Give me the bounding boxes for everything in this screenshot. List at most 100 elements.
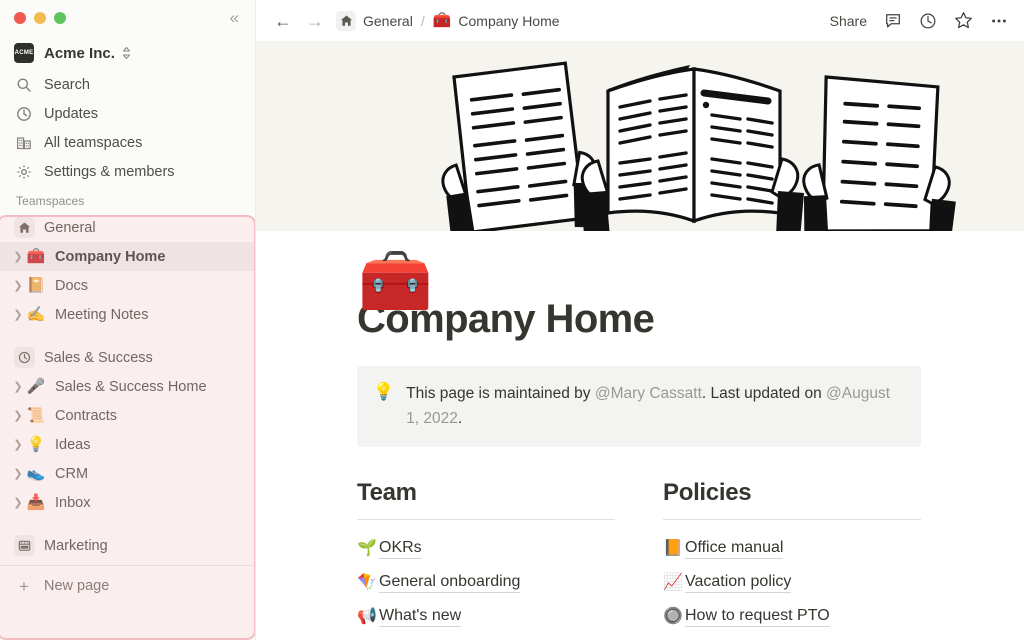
sidebar-item-label: All teamspaces: [44, 134, 143, 151]
kite-emoji: 🪁: [357, 574, 377, 591]
sidebar-page-ideas[interactable]: ❯ 💡 Ideas: [0, 430, 255, 459]
chevron-right-icon[interactable]: ❯: [10, 250, 26, 263]
page-link-whats-new[interactable]: 📢 What's new: [357, 600, 615, 634]
history-clock-icon[interactable]: [919, 12, 937, 30]
sidebar-page-label: Docs: [55, 277, 89, 294]
mention-person[interactable]: @Mary Cassatt: [595, 385, 702, 402]
breadcrumb-separator: /: [420, 12, 425, 29]
breadcrumb-parent[interactable]: General: [363, 13, 413, 29]
callout-text-middle: . Last updated on: [701, 385, 827, 402]
divider: [357, 519, 615, 520]
page-body: 🧰 Company Home 💡 This page is maintained…: [256, 251, 1024, 634]
sidebar-page-meeting-notes[interactable]: ❯ ✍️ Meeting Notes: [0, 300, 255, 329]
new-page-button[interactable]: + New page: [0, 570, 255, 602]
home-icon: [14, 217, 35, 238]
toolbar-actions: Share: [830, 11, 1008, 30]
chevron-right-icon[interactable]: ❯: [10, 438, 26, 451]
sidebar-page-inbox[interactable]: ❯ 📥 Inbox: [0, 488, 255, 517]
notebook-emoji: 📔: [26, 276, 46, 294]
column-heading: Team: [357, 479, 417, 506]
breadcrumb-home-icon[interactable]: [336, 10, 356, 31]
sidebar-item-label: Search: [44, 76, 90, 93]
cover-illustration: [256, 41, 1024, 231]
orange-book-emoji: 📙: [663, 540, 683, 557]
page-link-label: What's new: [379, 607, 462, 627]
sidebar-page-sales-success-home[interactable]: ❯ 🎤 Sales & Success Home: [0, 372, 255, 401]
callout-text: This page is maintained by @Mary Cassatt…: [406, 381, 905, 431]
callout-text-after: .: [457, 410, 463, 427]
column-heading: Policies: [663, 479, 752, 506]
comment-icon[interactable]: [884, 12, 902, 30]
toolbox-emoji: 🧰: [26, 247, 46, 265]
chevron-right-icon[interactable]: ❯: [10, 308, 26, 321]
chart-increasing-emoji: 📈: [663, 574, 683, 591]
page-title[interactable]: Company Home: [357, 297, 1024, 342]
callout-text-before: This page is maintained by: [406, 385, 595, 402]
workspace-switcher[interactable]: ACME Acme Inc.: [0, 36, 255, 70]
plus-icon: +: [19, 576, 29, 596]
window-close-button[interactable]: [14, 12, 26, 24]
sidebar-page-company-home[interactable]: ❯ 🧰 Company Home: [0, 242, 255, 271]
chevron-right-icon[interactable]: ❯: [10, 496, 26, 509]
teamspace-general[interactable]: General: [0, 213, 255, 242]
lightbulb-emoji: 💡: [373, 382, 395, 401]
window-maximize-button[interactable]: [54, 12, 66, 24]
page-link-label: General onboarding: [379, 573, 521, 593]
sidebar-page-label: Contracts: [55, 407, 118, 424]
teamspace-label: Sales & Success: [44, 349, 153, 366]
teamspaces-section: Teamspaces General ❯ 🧰 Company Home ❯ 📔 …: [0, 186, 255, 602]
sidebar-item-label: Settings & members: [44, 163, 175, 180]
teamspace-sales-success[interactable]: Sales & Success: [0, 343, 255, 372]
sidebar-page-label: Company Home: [55, 248, 166, 265]
sidebar-item-all-teamspaces[interactable]: All teamspaces: [0, 128, 255, 157]
page-link-office-manual[interactable]: 📙 Office manual: [663, 532, 921, 566]
sidebar-page-crm[interactable]: ❯ 👟 CRM: [0, 459, 255, 488]
chevron-right-icon[interactable]: ❯: [10, 409, 26, 422]
arrow-right-icon[interactable]: →: [306, 12, 324, 30]
teamspaces-header: Teamspaces: [16, 194, 85, 208]
sidebar-page-contracts[interactable]: ❯ 📜 Contracts: [0, 401, 255, 430]
buildings-icon: [14, 135, 34, 151]
share-button[interactable]: Share: [830, 13, 867, 29]
chevron-right-icon[interactable]: ❯: [10, 380, 26, 393]
two-column-layout: Team 🌱 OKRs 🪁 General onboarding 📢 What'…: [357, 479, 922, 634]
sidebar-item-updates[interactable]: Updates: [0, 99, 255, 128]
radio-button-emoji: 🔘: [663, 608, 683, 625]
arrow-left-icon[interactable]: ←: [274, 12, 292, 30]
chevron-right-icon[interactable]: ❯: [10, 279, 26, 292]
chevron-updown-icon: [122, 46, 131, 60]
chevron-right-icon[interactable]: ❯: [10, 467, 26, 480]
page-cover[interactable]: [256, 41, 1024, 231]
sidebar: « ACME Acme Inc. Search Updates All team…: [0, 0, 256, 640]
inbox-tray-emoji: 📥: [26, 493, 46, 511]
page-link-label: OKRs: [379, 539, 422, 559]
sidebar-divider: [0, 565, 255, 566]
collapse-sidebar-icon[interactable]: «: [230, 9, 239, 26]
sidebar-item-settings-members[interactable]: Settings & members: [0, 157, 255, 186]
page-link-general-onboarding[interactable]: 🪁 General onboarding: [357, 566, 615, 600]
search-icon: [14, 77, 34, 93]
scroll-emoji: 📜: [26, 406, 46, 424]
new-page-label: New page: [44, 578, 110, 594]
shoe-emoji: 👟: [26, 464, 46, 482]
page-link-okrs[interactable]: 🌱 OKRs: [357, 532, 615, 566]
teamspace-label: General: [44, 219, 96, 236]
breadcrumb-current[interactable]: Company Home: [458, 13, 559, 29]
window-minimize-button[interactable]: [34, 12, 46, 24]
page-link-how-to-request-pto[interactable]: 🔘 How to request PTO: [663, 600, 921, 634]
more-options-icon[interactable]: [990, 12, 1008, 30]
page-link-vacation-policy[interactable]: 📈 Vacation policy: [663, 566, 921, 600]
workspace-logo: ACME: [14, 43, 34, 63]
teamspace-marketing[interactable]: Marketing: [0, 531, 255, 560]
star-icon[interactable]: [954, 11, 973, 30]
calendar-icon: [14, 535, 35, 556]
page-icon-toolbox-emoji[interactable]: 🧰: [358, 251, 433, 311]
lightbulb-emoji: 💡: [26, 435, 46, 453]
divider: [663, 519, 921, 520]
microphone-emoji: 🎤: [26, 377, 46, 395]
callout-block[interactable]: 💡 This page is maintained by @Mary Cassa…: [357, 366, 921, 447]
sidebar-page-label: Meeting Notes: [55, 306, 149, 323]
sidebar-item-search[interactable]: Search: [0, 70, 255, 99]
sidebar-page-docs[interactable]: ❯ 📔 Docs: [0, 271, 255, 300]
sidebar-page-label: CRM: [55, 465, 89, 482]
